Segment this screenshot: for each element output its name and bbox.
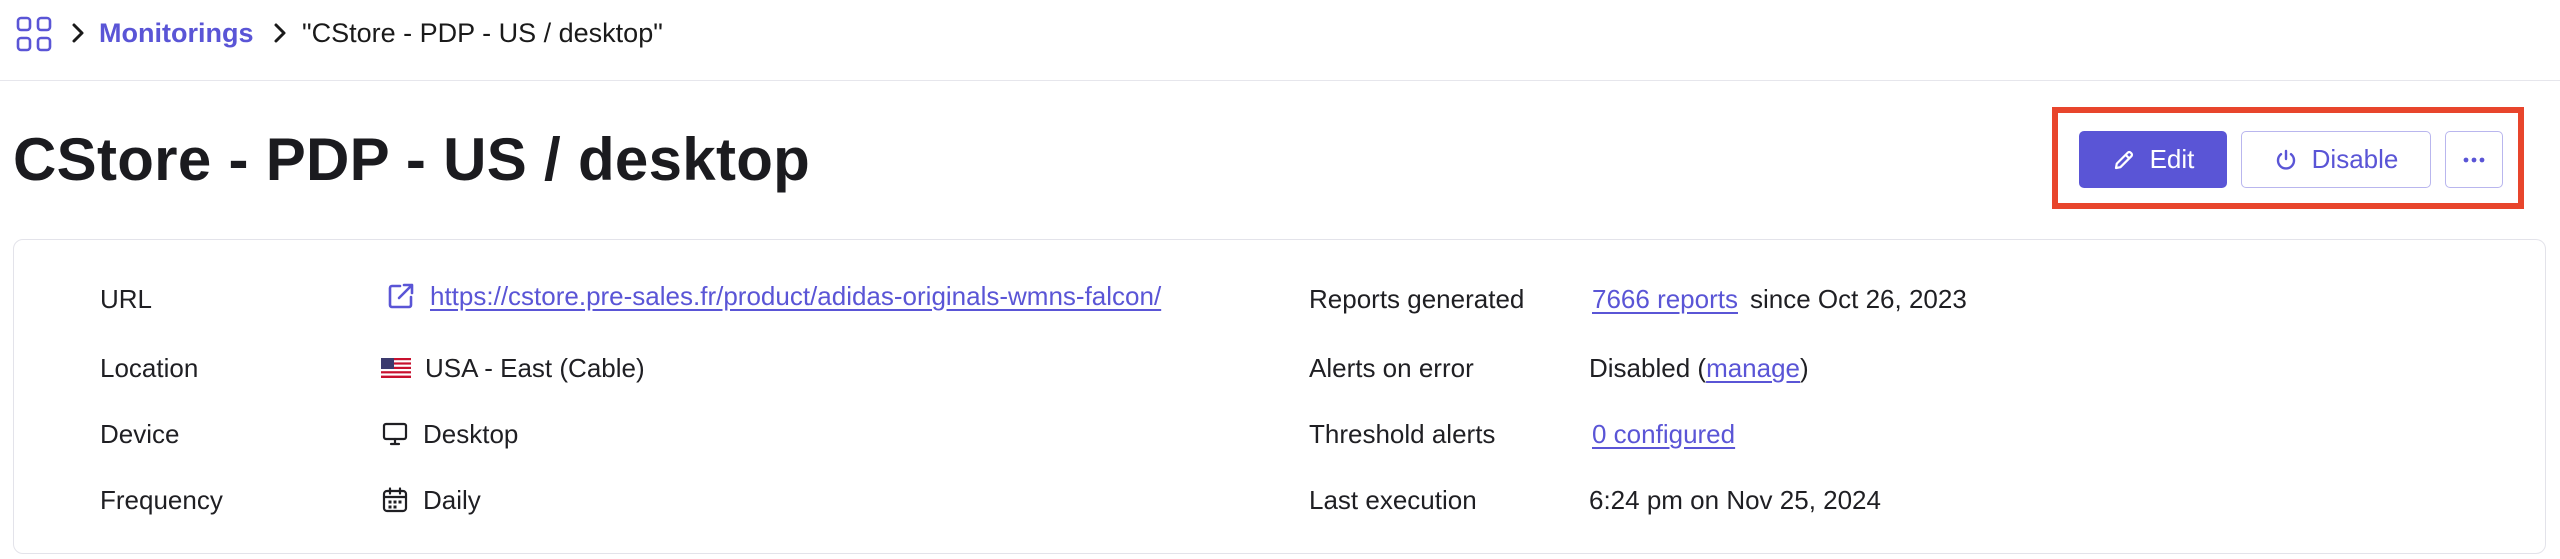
last-execution-value: 6:24 pm on Nov 25, 2024 — [1589, 484, 1881, 516]
location-value: USA - East (Cable) — [381, 352, 645, 384]
alerts-on-error-value: Disabled ( manage ) — [1589, 352, 1809, 384]
breadcrumb-bar: Monitorings "CStore - PDP - US / desktop… — [0, 0, 2560, 81]
location-label: Location — [100, 353, 199, 383]
chevron-right-icon — [274, 23, 286, 43]
more-horizontal-icon — [2463, 157, 2485, 162]
alerts-on-error-label: Alerts on error — [1309, 353, 1474, 383]
url-value: https://cstore.pre-sales.fr/product/adid… — [386, 280, 1161, 312]
breadcrumb-monitorings-link[interactable]: Monitorings — [99, 16, 253, 50]
chevron-right-icon — [72, 23, 84, 43]
edit-button[interactable]: Edit — [2079, 131, 2227, 188]
manage-alerts-link[interactable]: manage — [1706, 352, 1800, 384]
reports-since-text: since Oct 26, 2023 — [1749, 284, 1967, 314]
url-label: URL — [100, 284, 153, 314]
last-execution-label: Last execution — [1309, 485, 1477, 515]
reports-link[interactable]: 7666 reports — [1592, 283, 1738, 315]
disable-button-label: Disable — [2311, 144, 2399, 174]
threshold-configured-link[interactable]: 0 configured — [1592, 418, 1735, 450]
frequency-text: Daily — [423, 485, 481, 515]
reports-generated-value: 7666 reports since Oct 26, 2023 — [1592, 283, 1967, 315]
device-label: Device — [100, 419, 180, 449]
device-text: Desktop — [423, 419, 519, 449]
threshold-alerts-value: 0 configured — [1592, 418, 1735, 450]
alerts-suffix-text: ) — [1800, 353, 1809, 383]
location-text: USA - East (Cable) — [425, 353, 645, 383]
page-title: CStore - PDP - US / desktop — [13, 126, 811, 193]
us-flag-icon — [381, 358, 411, 378]
power-icon — [2276, 149, 2295, 170]
threshold-alerts-label: Threshold alerts — [1309, 419, 1496, 449]
calendar-icon — [382, 487, 408, 513]
apps-grid-icon[interactable] — [16, 16, 52, 52]
frequency-label: Frequency — [100, 485, 223, 515]
last-execution-text: 6:24 pm on Nov 25, 2024 — [1589, 485, 1881, 515]
pencil-icon — [2114, 150, 2133, 169]
external-link-icon — [388, 283, 414, 309]
reports-generated-label: Reports generated — [1309, 284, 1525, 314]
device-value: Desktop — [381, 418, 518, 450]
frequency-value: Daily — [381, 484, 481, 516]
breadcrumb-current: "CStore - PDP - US / desktop" — [302, 18, 663, 48]
alerts-status-text: Disabled ( — [1589, 353, 1707, 383]
edit-button-label: Edit — [2149, 144, 2195, 174]
monitor-icon — [382, 422, 408, 446]
more-actions-button[interactable] — [2445, 131, 2503, 188]
url-link[interactable]: https://cstore.pre-sales.fr/product/adid… — [430, 280, 1161, 312]
disable-button[interactable]: Disable — [2241, 131, 2431, 188]
